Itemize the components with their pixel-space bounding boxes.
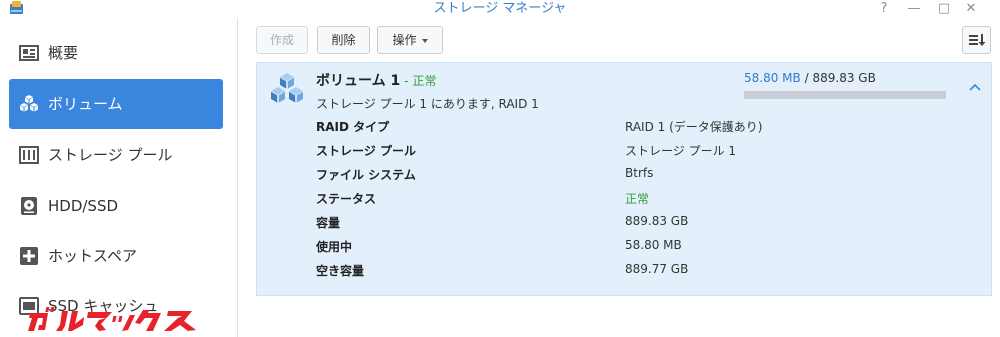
volume-name: ボリューム 1 [316, 73, 401, 89]
action-label: 操作 [392, 33, 417, 47]
sort-button[interactable] [962, 26, 991, 54]
sidebar-item-hdd-ssd[interactable]: HDD/SSD [9, 181, 223, 231]
detail-label: 容量 [316, 216, 341, 230]
sidebar-item-storage-pool[interactable]: ストレージ プール [9, 130, 223, 180]
status-separator: - [404, 74, 409, 88]
maximize-button[interactable]: □ [935, 0, 953, 17]
sidebar: 概要 ボリューム ストレージ プール HDD/SSD ホットスペア SSD キャ… [0, 18, 238, 337]
hdd-icon [21, 197, 37, 215]
usage-bar [744, 91, 946, 99]
delete-button[interactable]: 削除 [317, 26, 370, 54]
title-bar: ストレージ マネージャ ? — □ ✕ [0, 0, 1000, 18]
sidebar-item-label: 概要 [48, 44, 79, 62]
sidebar-item-overview[interactable]: 概要 [9, 28, 223, 78]
storage-manager-window: ストレージ マネージャ ? — □ ✕ 概要 ボリューム ストレージ プール H… [0, 0, 1000, 337]
detail-value: 889.83 GB [625, 214, 689, 228]
detail-value-status: 正常 [625, 192, 650, 206]
detail-label: ステータス [316, 192, 377, 206]
detail-value: 889.77 GB [625, 262, 689, 276]
volume-panel[interactable]: ボリューム 1- 正常 ストレージ プール 1 にあります, RAID 1 58.… [256, 62, 992, 296]
volume-subtitle: ストレージ プール 1 にあります, RAID 1 [316, 97, 539, 111]
sidebar-item-label: ボリューム [48, 95, 123, 113]
detail-value: RAID 1 (データ保護あり) [625, 120, 763, 134]
volume-cubes-icon [271, 73, 303, 103]
sidebar-item-hot-spare[interactable]: ホットスペア [9, 231, 223, 281]
close-button[interactable]: ✕ [962, 0, 980, 17]
usage-total: 889.83 GB [812, 71, 876, 85]
detail-value: ストレージ プール 1 [625, 144, 737, 158]
help-button[interactable]: ? [875, 0, 893, 17]
detail-label: ファイル システム [316, 168, 416, 182]
sidebar-item-label: HDD/SSD [48, 197, 119, 215]
chevron-up-icon[interactable] [967, 81, 983, 93]
action-dropdown-button[interactable]: 操作 [377, 26, 443, 54]
detail-label: RAID タイプ [316, 120, 390, 134]
hot-spare-icon [20, 247, 38, 265]
create-button[interactable]: 作成 [256, 26, 308, 54]
sidebar-item-volume[interactable]: ボリューム [9, 79, 223, 129]
watermark-logo [28, 307, 196, 331]
detail-label: ストレージ プール [316, 144, 416, 158]
window-title: ストレージ マネージャ [433, 1, 567, 16]
detail-label: 使用中 [316, 240, 353, 254]
volume-status: 正常 [412, 74, 437, 88]
detail-value: Btrfs [625, 166, 654, 180]
sort-icon [969, 34, 986, 46]
sidebar-item-label: ストレージ プール [48, 146, 173, 164]
volume-title: ボリューム 1- 正常 [316, 70, 437, 90]
sidebar-item-label: ホットスペア [48, 247, 137, 265]
overview-icon [19, 45, 39, 61]
detail-label: 空き容量 [316, 264, 365, 278]
minimize-button[interactable]: — [905, 0, 923, 17]
usage-separator: / [804, 71, 809, 85]
usage-text: 58.80 MB / 889.83 GB [744, 71, 876, 85]
storage-pool-icon [19, 146, 39, 164]
volume-icon [20, 95, 38, 112]
caret-down-icon [421, 38, 428, 43]
usage-used: 58.80 MB [744, 71, 801, 85]
detail-value: 58.80 MB [625, 238, 682, 252]
